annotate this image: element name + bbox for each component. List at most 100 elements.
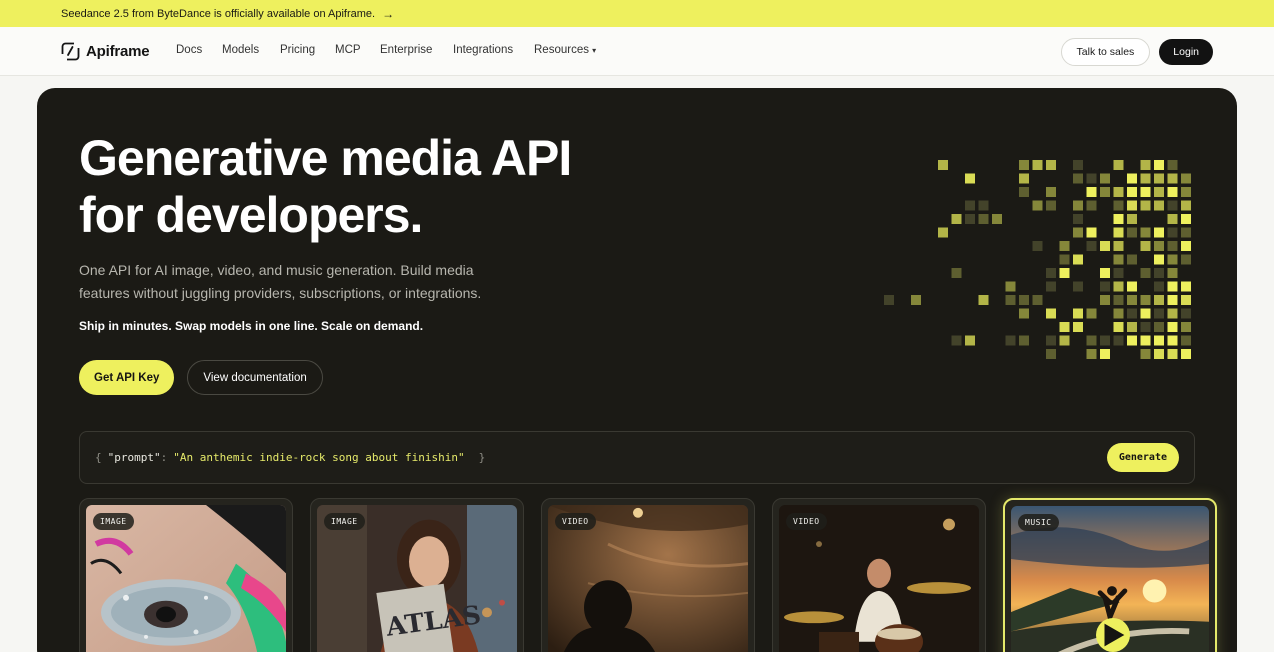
pixel-cell (1140, 187, 1151, 197)
media-card-video-1[interactable]: VIDEO (541, 498, 755, 652)
pixel-cell (1073, 281, 1083, 292)
pixel-cell (1140, 173, 1151, 184)
nav-link-models[interactable]: Models (222, 44, 280, 56)
pixel-cell (1005, 335, 1016, 346)
pixel-cell (1059, 241, 1070, 251)
nav-link-mcp[interactable]: MCP (335, 44, 380, 56)
media-card-music[interactable]: MUSIC (1003, 498, 1217, 652)
pixel-cell (1154, 160, 1164, 170)
pixel-cell (1019, 160, 1029, 170)
pixel-cell (1100, 241, 1110, 251)
nav-link-resources[interactable]: Resources ▾ (534, 44, 596, 56)
media-cards: IMAGE ATLAS IMAGE VIDEO VIDEO MUSIC (79, 498, 1217, 652)
nav-link-resources-label: Resources (534, 44, 589, 56)
pixel-cell (1086, 200, 1097, 211)
pixel-cell (1046, 200, 1056, 211)
pixel-cell (1073, 308, 1083, 319)
pixel-cell (1113, 227, 1124, 238)
pixel-cell (1154, 349, 1164, 359)
caret-down-icon: ▾ (592, 46, 597, 55)
pixel-cell (965, 173, 975, 184)
card-thumbnail: ATLAS IMAGE (317, 505, 517, 652)
pixel-cell (1113, 295, 1124, 305)
pixel-cell (911, 295, 921, 305)
pixel-cell (1181, 187, 1191, 197)
pixel-cell (1046, 349, 1056, 359)
prompt-value: "An anthemic indie-rock song about finis… (173, 451, 465, 464)
pixel-cell (1113, 322, 1124, 332)
pixel-cell (1086, 308, 1097, 319)
pixel-cell (1113, 268, 1124, 278)
pixel-cell (1046, 268, 1056, 278)
pixel-cell (1140, 241, 1151, 251)
pixel-cell (1127, 187, 1137, 197)
prompt-close-brace: } (478, 451, 486, 464)
pixel-cell (1113, 254, 1124, 265)
hero-headline-line1: Generative media API (79, 130, 572, 186)
pixel-cell (1167, 160, 1178, 170)
media-card-image-2[interactable]: ATLAS IMAGE (310, 498, 524, 652)
announcement-bar[interactable]: Seedance 2.5 from ByteDance is officiall… (0, 0, 1274, 27)
prompt-input[interactable]: { "prompt" : "An anthemic indie-rock son… (79, 431, 1195, 484)
nav-link-integrations[interactable]: Integrations (453, 44, 534, 56)
pixel-cell (1127, 254, 1137, 265)
pixel-cell (1167, 187, 1178, 197)
pixel-cell (1140, 268, 1151, 278)
top-nav: Apiframe Docs Models Pricing MCP Enterpr… (0, 27, 1274, 76)
pixel-cell (1127, 281, 1137, 292)
pixel-cell (1167, 254, 1178, 265)
pixel-cell (978, 295, 989, 305)
pixel-cell (1127, 335, 1137, 346)
pixel-cell (1154, 322, 1164, 332)
media-card-video-2[interactable]: VIDEO (772, 498, 986, 652)
nav-link-enterprise[interactable]: Enterprise (380, 44, 453, 56)
pixel-cell (1154, 227, 1164, 238)
pixel-cell (1167, 349, 1178, 359)
pixel-cell (1167, 308, 1178, 319)
login-button[interactable]: Login (1159, 39, 1213, 65)
announcement-text[interactable]: Seedance 2.5 from ByteDance is officiall… (61, 8, 375, 20)
pixel-cell (1046, 335, 1056, 346)
pixel-cell (1181, 173, 1191, 184)
media-type-badge: IMAGE (324, 513, 365, 530)
nav-links: Docs Models Pricing MCP Enterprise Integ… (176, 44, 596, 56)
brand-name: Apiframe (86, 43, 150, 60)
pixel-cell (1059, 322, 1070, 332)
pixel-cell (1140, 349, 1151, 359)
pixel-cell (1181, 254, 1191, 265)
pixel-cell (1086, 241, 1097, 251)
media-type-badge: VIDEO (555, 513, 596, 530)
generate-button[interactable]: Generate (1106, 443, 1179, 472)
pixel-cell (1113, 187, 1124, 197)
pixel-cell (1127, 200, 1137, 211)
brand-logo[interactable]: Apiframe (61, 42, 150, 61)
prompt-key: "prompt" (107, 451, 161, 464)
card-thumbnail: IMAGE (86, 505, 286, 652)
play-icon (1104, 623, 1125, 647)
pixel-cell (884, 295, 894, 305)
pixel-cell (1181, 241, 1191, 251)
pixel-cell (1019, 173, 1029, 184)
pixel-cell (1154, 173, 1164, 184)
talk-to-sales-button[interactable]: Talk to sales (1060, 38, 1151, 66)
play-button[interactable] (1096, 618, 1130, 652)
nav-link-docs[interactable]: Docs (176, 44, 222, 56)
get-api-key-button[interactable]: Get API Key (79, 360, 175, 395)
pixel-cell (951, 268, 962, 278)
pixel-cell (1019, 187, 1029, 197)
media-card-image-1[interactable]: IMAGE (79, 498, 293, 652)
pixel-cell (1181, 322, 1191, 332)
pixel-cell (1073, 214, 1083, 224)
nav-link-pricing[interactable]: Pricing (280, 44, 335, 56)
pixel-cell (1073, 322, 1083, 332)
pixel-cell (1086, 173, 1097, 184)
hero-tagline: Ship in minutes. Swap models in one line… (79, 319, 424, 333)
view-documentation-button[interactable]: View documentation (187, 360, 323, 395)
pixel-cell (1019, 335, 1029, 346)
pixel-cell (1140, 322, 1151, 332)
pixel-cell (1086, 335, 1097, 346)
pixel-cell (1181, 281, 1191, 292)
pixel-cell (965, 200, 975, 211)
prompt-colon: : (160, 451, 168, 464)
media-type-badge: MUSIC (1018, 514, 1059, 531)
